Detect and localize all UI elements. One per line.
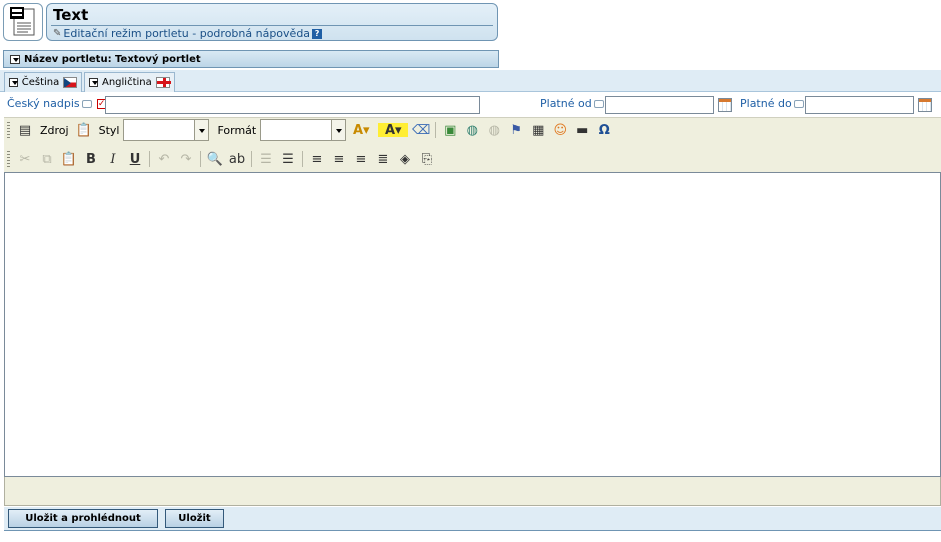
unlink-icon[interactable]: ◍ [483, 120, 505, 140]
editor-status-bar [4, 477, 941, 506]
style-label: Styl [98, 123, 120, 137]
dropdown-arrow-icon[interactable] [9, 78, 18, 87]
comment-icon[interactable] [593, 99, 604, 108]
heading-label-text: Český nadpis [7, 97, 80, 110]
table-icon[interactable]: ▦ [527, 120, 549, 140]
paste-word-icon[interactable]: 📋 [73, 120, 95, 140]
justify-icon[interactable]: ≣ [372, 149, 394, 169]
style-select-value[interactable] [124, 120, 194, 140]
dropdown-arrow-icon[interactable] [89, 78, 98, 87]
source-icon[interactable]: ▤ [14, 120, 36, 140]
cut-icon[interactable]: ✂ [14, 149, 36, 169]
tab-english[interactable]: Angličtina [84, 72, 175, 92]
help-link[interactable]: ✎ Editační režim portletu - podrobná náp… [53, 27, 323, 40]
header-divider [51, 25, 493, 26]
undo-icon[interactable]: ↶ [153, 149, 175, 169]
save-and-preview-button[interactable]: Uložit a prohlédnout [8, 509, 158, 528]
bg-color-icon[interactable]: A▾ [378, 123, 409, 138]
tab-czech-label: Čeština [21, 77, 60, 88]
toolbar-separator [435, 122, 437, 138]
tab-english-label: Angličtina [102, 77, 152, 88]
toolbar-separator [302, 151, 303, 167]
format-label: Formát [217, 123, 257, 137]
toolbar-row-2: ✂ ⧉ 📋 B I U ↶ ↷ 🔍 ab ☰ ☰ ≡ ≡ ≡ ≣ ◈ ⎘ [4, 147, 438, 171]
italic-icon[interactable]: I [102, 149, 124, 169]
toolbar-separator [251, 151, 252, 167]
paste-icon[interactable]: 📋 [58, 149, 80, 169]
valid-from-input[interactable] [605, 96, 714, 114]
valid-to-label: Platné do [740, 97, 804, 110]
format-select[interactable] [260, 119, 347, 141]
maximize-icon[interactable]: ◈ [394, 149, 416, 169]
format-select-value[interactable] [261, 120, 331, 140]
pencil-icon: ✎ [53, 28, 62, 39]
question-icon[interactable]: ? [312, 28, 323, 39]
align-center-icon[interactable]: ≡ [328, 149, 350, 169]
bold-icon[interactable]: B [80, 149, 102, 169]
chevron-down-icon[interactable] [194, 120, 209, 140]
valid-from-label-text: Platné od [540, 97, 592, 110]
text-color-icon[interactable]: A▾ [346, 120, 376, 140]
heading-label: Český nadpis ✓ [7, 97, 107, 110]
tab-czech[interactable]: Čeština [4, 72, 82, 92]
image-icon[interactable]: ▣ [439, 120, 461, 140]
cz-flag-icon [63, 77, 77, 88]
help-link-label[interactable]: Editační režim portletu - podrobná nápov… [63, 27, 310, 40]
toolbar-separator [149, 151, 150, 167]
language-tabs: Čeština Angličtina [0, 70, 941, 92]
link-icon[interactable]: ◍ [461, 120, 483, 140]
special-char-icon[interactable]: Ω [593, 120, 615, 140]
horizontal-rule-icon[interactable]: ▬ [571, 120, 593, 140]
calendar-icon[interactable] [918, 98, 932, 112]
find-icon[interactable]: 🔍 [204, 149, 226, 169]
underline-icon[interactable]: U [124, 149, 146, 169]
portlet-name-bar[interactable]: Název portletu: Textový portlet [3, 50, 499, 68]
comment-icon[interactable] [81, 99, 92, 108]
portlet-name-label: Název portletu: Textový portlet [24, 53, 201, 65]
page-title: Text [53, 6, 89, 24]
portlet-header: Text ✎ Editační režim portletu - podrobn… [46, 3, 498, 41]
align-right-icon[interactable]: ≡ [350, 149, 372, 169]
numbered-list-icon[interactable]: ☰ [255, 149, 277, 169]
toolbar-grip[interactable] [7, 122, 10, 138]
heading-input[interactable] [105, 96, 480, 114]
editor-content-area[interactable] [4, 172, 941, 477]
portlet-text-icon [3, 3, 43, 41]
valid-to-label-text: Platné do [740, 97, 792, 110]
bullet-list-icon[interactable]: ☰ [277, 149, 299, 169]
source-button[interactable]: Zdroj [40, 124, 69, 137]
smiley-icon[interactable]: ☺ [549, 120, 571, 140]
eraser-icon[interactable]: ⌫ [410, 120, 432, 140]
valid-from-label: Platné od [540, 97, 604, 110]
replace-icon[interactable]: ab [226, 149, 248, 169]
save-button[interactable]: Uložit [165, 509, 224, 528]
action-bar: Uložit a prohlédnout Uložit [4, 507, 941, 531]
chevron-down-icon[interactable] [331, 120, 346, 140]
comment-icon[interactable] [793, 99, 804, 108]
collapse-arrow-icon[interactable] [10, 54, 20, 64]
calendar-icon[interactable] [718, 98, 732, 112]
toolbar-grip[interactable] [7, 151, 10, 167]
valid-to-input[interactable] [805, 96, 914, 114]
toolbar-separator [200, 151, 201, 167]
preview-icon[interactable]: ⎘ [416, 149, 438, 169]
toolbar-row-1: ▤ Zdroj 📋 Styl Formát A▾ A▾ ⌫ ▣ ◍ ◍ ⚑ ▦ … [4, 118, 615, 142]
anchor-flag-icon[interactable]: ⚑ [505, 120, 527, 140]
align-left-icon[interactable]: ≡ [306, 149, 328, 169]
uk-flag-icon [155, 77, 172, 88]
style-select[interactable] [123, 119, 210, 141]
editor-toolbar: ▤ Zdroj 📋 Styl Formát A▾ A▾ ⌫ ▣ ◍ ◍ ⚑ ▦ … [4, 117, 941, 172]
redo-icon[interactable]: ↷ [175, 149, 197, 169]
copy-icon[interactable]: ⧉ [36, 149, 58, 169]
